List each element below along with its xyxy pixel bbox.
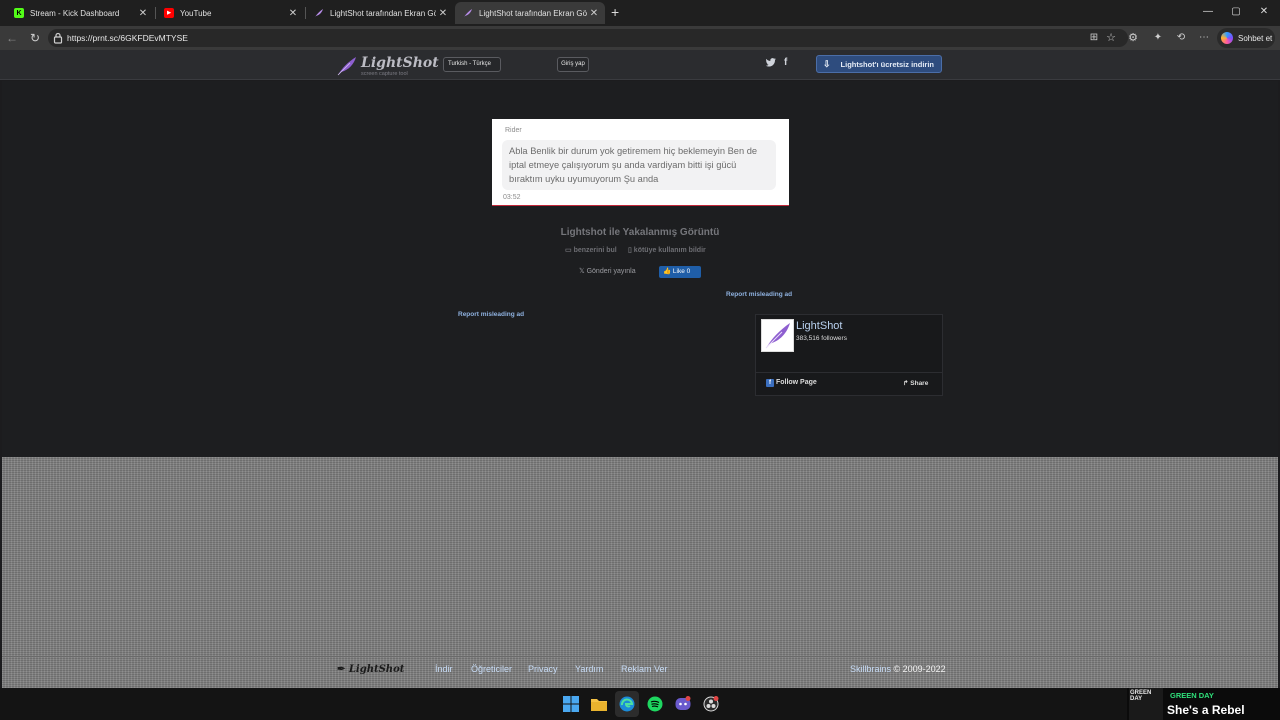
report-abuse-link[interactable]: ▯ kötüye kullanım bildir bbox=[628, 246, 706, 254]
footer-link-download[interactable]: İndir bbox=[435, 664, 453, 674]
close-tab-icon[interactable]: ✕ bbox=[286, 8, 300, 19]
lightshot-feather-icon bbox=[314, 8, 324, 18]
footer-link-help[interactable]: Yardım bbox=[575, 664, 603, 674]
discord-icon[interactable] bbox=[674, 695, 692, 713]
footer-divider bbox=[2, 656, 1278, 657]
copilot-icon bbox=[1221, 32, 1233, 44]
spotify-icon[interactable] bbox=[646, 695, 664, 713]
tab-kick[interactable]: K Stream - Kick Dashboard ✕ bbox=[6, 2, 154, 24]
image-caption: Lightshot ile Yakalanmış Görüntü bbox=[560, 227, 720, 238]
maximize-button[interactable]: ▢ bbox=[1226, 4, 1246, 20]
favorite-star-icon[interactable]: ☆ bbox=[1102, 29, 1120, 47]
footer-link-advertise[interactable]: Reklam Ver bbox=[621, 664, 668, 674]
report-misleading-ad-link-left[interactable]: Report misleading ad bbox=[458, 311, 524, 318]
follow-page-button[interactable]: f Follow Page bbox=[766, 379, 817, 387]
copilot-chat-button[interactable]: Sohbet et bbox=[1217, 28, 1275, 48]
report-misleading-ad-link-right[interactable]: Report misleading ad bbox=[726, 291, 792, 298]
twitter-icon[interactable] bbox=[765, 58, 776, 69]
screenshot-author: Rider bbox=[505, 127, 522, 134]
copyright: Skillbrains © 2009-2022 bbox=[850, 664, 946, 674]
facebook-icon[interactable]: f bbox=[784, 57, 787, 68]
thumbs-up-icon: 👍 bbox=[663, 268, 673, 275]
feather-icon: ✒ bbox=[337, 664, 346, 675]
x-logo-icon: 𝕏 bbox=[579, 268, 587, 275]
lightshot-feather-logo[interactable] bbox=[336, 55, 358, 77]
close-tab-icon[interactable]: ✕ bbox=[136, 8, 150, 19]
fb-follower-count: 383,516 followers bbox=[796, 335, 847, 342]
lightshot-feather-icon bbox=[463, 8, 473, 18]
reload-icon[interactable]: ↻ bbox=[26, 29, 44, 47]
collections-icon[interactable]: ⟲ bbox=[1172, 29, 1190, 47]
facebook-like-button[interactable]: 👍 Like 0 bbox=[659, 266, 701, 278]
screenshot-timestamp: 03:52 bbox=[503, 194, 521, 201]
file-explorer-icon[interactable] bbox=[590, 695, 608, 713]
new-tab-button[interactable]: + bbox=[611, 5, 619, 19]
site-header bbox=[0, 50, 1280, 80]
back-arrow-icon[interactable]: ← bbox=[3, 29, 21, 47]
lightshot-page-avatar[interactable] bbox=[761, 319, 794, 352]
page-background-noise bbox=[2, 457, 1278, 688]
taskbar bbox=[0, 688, 1280, 720]
post-on-x-button[interactable]: 𝕏 Gönderi yayınla bbox=[579, 267, 636, 275]
screenshot-message-text: Abla Benlik bir durum yok getiremem hiç … bbox=[509, 146, 758, 184]
camera-icon: ▭ bbox=[565, 247, 574, 254]
edge-browser-icon[interactable] bbox=[618, 695, 636, 713]
fb-page-name[interactable]: LightShot bbox=[796, 320, 842, 332]
download-tray-icon: ⇩ bbox=[823, 58, 831, 69]
download-lightshot-button[interactable]: ⇩ Lightshot'ı ücretsiz indirin bbox=[816, 55, 942, 73]
divider bbox=[756, 372, 942, 373]
tab-youtube[interactable]: ▶ YouTube ✕ bbox=[156, 2, 304, 24]
skillbrains-link[interactable]: Skillbrains bbox=[850, 664, 891, 674]
url-text[interactable]: https://prnt.sc/6GKFDEvMTYSE bbox=[67, 30, 188, 46]
site-info-icon[interactable] bbox=[53, 31, 63, 44]
footer-logo[interactable]: ✒ LightShot bbox=[337, 664, 404, 675]
album-art-text: GREEN DAY bbox=[1130, 690, 1152, 702]
youtube-icon: ▶ bbox=[164, 8, 174, 18]
app-grid-icon[interactable]: ⊞ bbox=[1085, 29, 1103, 47]
tab-lightshot-2-active[interactable]: LightShot tarafından Ekran Görünt ✕ bbox=[455, 2, 605, 24]
facebook-icon: f bbox=[766, 379, 774, 387]
obs-studio-icon[interactable] bbox=[702, 695, 720, 713]
footer-link-privacy[interactable]: Privacy bbox=[528, 664, 558, 674]
now-playing-artist: GREEN DAY bbox=[1170, 691, 1214, 700]
favorites-icon[interactable]: ✦ bbox=[1149, 29, 1167, 47]
language-select[interactable]: Turkish - Türkçe bbox=[443, 57, 501, 72]
site-logo-subtitle: screen capture tool bbox=[361, 71, 408, 77]
footer-link-tutorials[interactable]: Öğreticiler bbox=[471, 664, 512, 674]
find-similar-link[interactable]: ▭ benzerini bul bbox=[565, 246, 617, 254]
site-logo-text[interactable]: LightShot bbox=[361, 55, 439, 71]
login-button[interactable]: Giriş yap bbox=[557, 57, 589, 72]
now-playing-title: She's a Rebel bbox=[1167, 703, 1245, 717]
kick-icon: K bbox=[14, 8, 24, 18]
more-menu-icon[interactable]: ⋯ bbox=[1195, 29, 1213, 47]
address-bar[interactable] bbox=[48, 29, 1128, 47]
close-tab-icon[interactable]: ✕ bbox=[436, 8, 450, 19]
minimize-button[interactable]: — bbox=[1198, 4, 1218, 20]
tab-lightshot-1[interactable]: LightShot tarafından Ekran Görünt ✕ bbox=[306, 2, 454, 24]
windows-start-icon[interactable] bbox=[562, 695, 580, 713]
close-window-button[interactable]: ✕ bbox=[1254, 4, 1274, 20]
extensions-icon[interactable]: ⚙ bbox=[1124, 29, 1142, 47]
share-button[interactable]: ↱ Share bbox=[903, 379, 928, 387]
close-tab-icon[interactable]: ✕ bbox=[587, 8, 601, 19]
